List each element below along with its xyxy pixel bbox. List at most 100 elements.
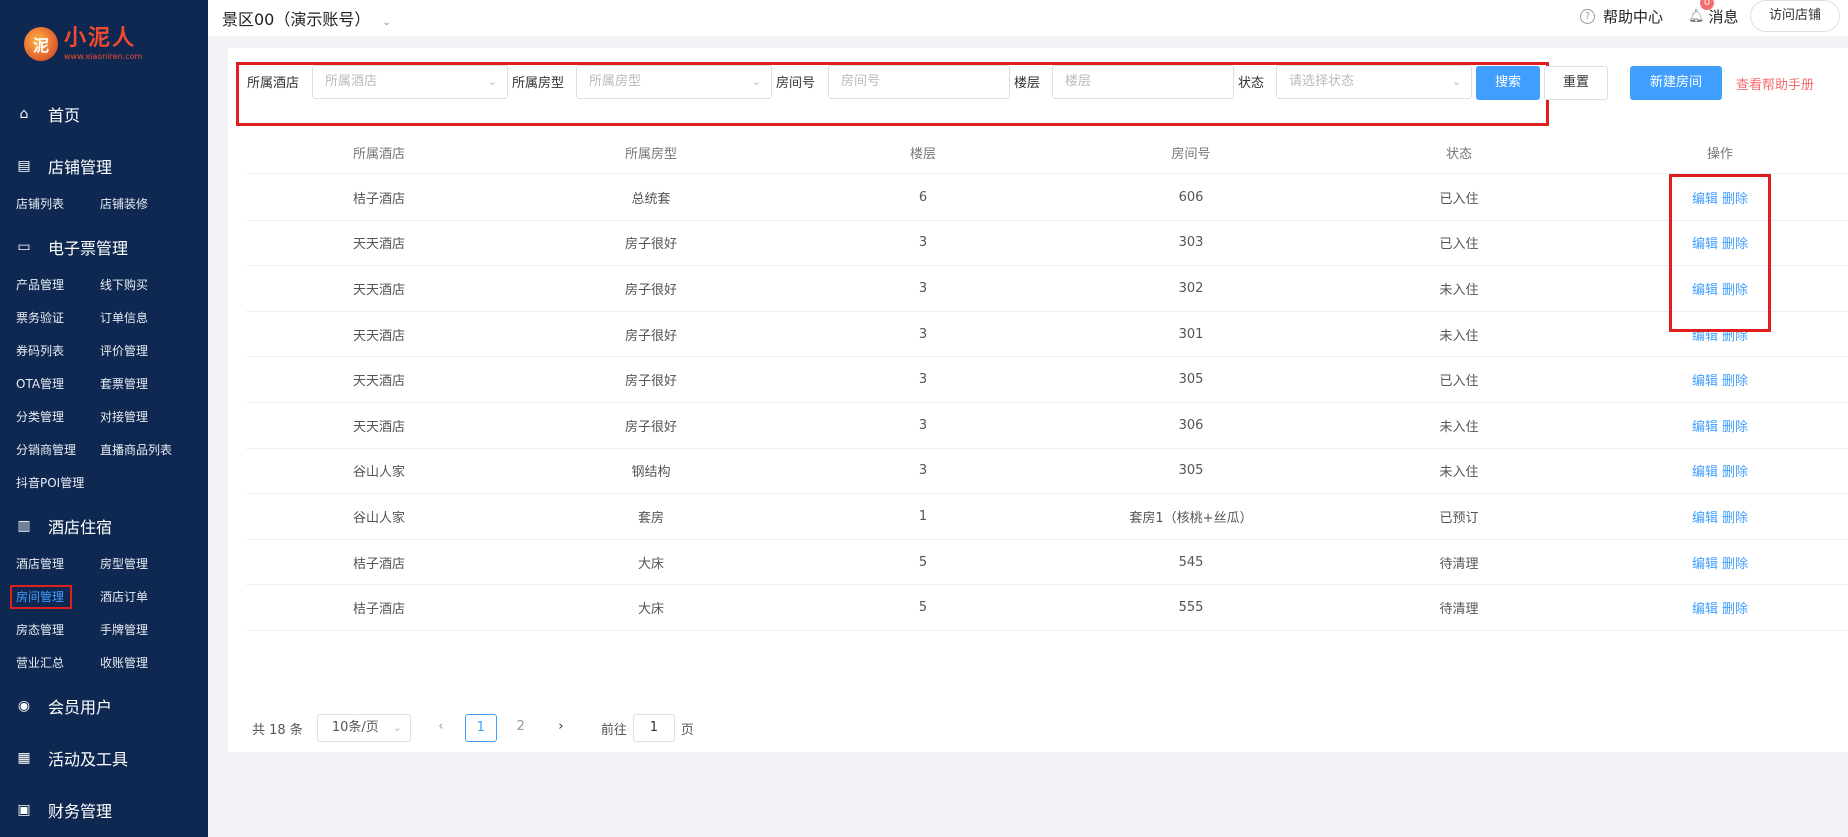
sidebar-item[interactable]: 房态管理 (16, 614, 100, 647)
roomtype-select[interactable]: 所属房型 ⌄ (576, 65, 772, 99)
next-page-button[interactable]: › (545, 714, 577, 742)
delete-button[interactable]: 删除 (1722, 507, 1748, 526)
cell-hotel: 桔子酒店 (352, 191, 405, 207)
floor-filter-label: 楼层 (1014, 76, 1041, 91)
cell-roomno: 305 (1178, 372, 1204, 388)
cell-floor: 3 (918, 372, 928, 388)
bell-icon: 🔔︎ (1688, 9, 1705, 24)
delete-button[interactable]: 删除 (1722, 598, 1748, 617)
cell-hotel: 天天酒店 (352, 328, 405, 344)
sidebar-item[interactable]: 套票管理 (100, 368, 208, 401)
sidebar-item[interactable]: 产品管理 (16, 269, 100, 302)
menu-home-label: 首页 (48, 106, 81, 125)
cell-roomno: 306 (1178, 417, 1204, 433)
table-row: 天天酒店 房子很好 3 302 未入住 编辑 删除 (246, 266, 1848, 312)
floor-input[interactable]: 楼层 (1052, 65, 1234, 99)
menu-finance-label: 财务管理 (48, 802, 113, 821)
cell-actions: 编辑 删除 (1592, 494, 1848, 539)
roomtype-filter-label: 所属房型 (512, 76, 565, 91)
header-hotel: 所属酒店 (352, 147, 405, 162)
sidebar-item-label: 券码列表 (16, 344, 65, 358)
prev-page-button[interactable]: ‹ (425, 714, 457, 742)
sidebar-item[interactable]: 抖音POI管理 (16, 467, 100, 500)
sidebar-item-label: 房态管理 (16, 623, 65, 637)
sidebar-item[interactable]: OTA管理 (16, 368, 100, 401)
cell-hotel: 天天酒店 (352, 374, 405, 390)
cell-roomtype: 大床 (637, 602, 664, 618)
sidebar-item-label: 收账管理 (100, 656, 149, 670)
header-roomno: 房间号 (1171, 147, 1211, 162)
menu-ticket[interactable]: ▭ 电子票管理 (0, 221, 208, 273)
table-row: 天天酒店 房子很好 3 305 已入住 编辑 删除 (246, 357, 1848, 403)
sidebar-item[interactable]: 线下购买 (100, 269, 208, 302)
sidebar-item[interactable]: 营业汇总 (16, 647, 100, 680)
page-1-button[interactable]: 1 (464, 714, 497, 742)
sidebar-item[interactable]: 店铺装修 (100, 188, 208, 221)
users-icon: ◉ (17, 698, 31, 714)
table-header: 所属酒店 所属房型 楼层 房间号 状态 操作 (246, 132, 1848, 174)
sidebar-item[interactable]: 直播商品列表 (100, 434, 208, 467)
help-center-link[interactable]: ? 帮助中心 (1580, 6, 1663, 27)
sidebar-item[interactable]: 分销商管理 (16, 434, 100, 467)
menu-finance[interactable]: ▣ 财务管理 (0, 784, 208, 836)
goto-page-input[interactable]: 1 (632, 714, 675, 742)
edit-button[interactable]: 编辑 (1692, 553, 1718, 572)
edit-button[interactable]: 编辑 (1692, 507, 1718, 526)
cell-floor: 3 (918, 235, 928, 251)
sidebar-item[interactable]: 酒店订单 (100, 581, 208, 614)
messages-link[interactable]: 🔔︎ 0 消息 (1688, 0, 1739, 27)
delete-button[interactable]: 删除 (1722, 461, 1748, 480)
sidebar-item[interactable]: 房型管理 (100, 548, 208, 581)
delete-button[interactable]: 删除 (1722, 416, 1748, 435)
cell-status: 待清理 (1439, 556, 1479, 572)
help-manual-link[interactable]: 查看帮助手册 (1736, 74, 1814, 93)
new-room-button[interactable]: 新建房间 (1630, 66, 1722, 100)
cell-roomtype: 房子很好 (624, 419, 677, 435)
page-size-select[interactable]: 10条/页 ⌄ (316, 714, 411, 742)
cell-status: 未入住 (1439, 282, 1479, 298)
account-switcher[interactable]: 景区00（演示账号） ⌄ (222, 6, 391, 30)
chart-icon: ▦ (17, 750, 31, 766)
edit-button[interactable]: 编辑 (1692, 416, 1718, 435)
sidebar-item[interactable]: 评价管理 (100, 335, 208, 368)
sidebar-item[interactable]: 对接管理 (100, 401, 208, 434)
delete-button[interactable]: 删除 (1722, 553, 1748, 572)
cell-status: 已入住 (1439, 191, 1479, 207)
cell-floor: 3 (918, 417, 928, 433)
edit-button[interactable]: 编辑 (1692, 598, 1718, 617)
edit-button[interactable]: 编辑 (1692, 370, 1718, 389)
table-row: 天天酒店 房子很好 3 303 已入住 编辑 删除 (246, 221, 1848, 267)
hotel-select[interactable]: 所属酒店 ⌄ (312, 65, 508, 99)
menu-hotel[interactable]: ▥ 酒店住宿 (0, 500, 208, 552)
menu-members[interactable]: ◉ 会员用户 (0, 680, 208, 732)
status-select[interactable]: 请选择状态 ⌄ (1276, 65, 1472, 99)
menu-activities[interactable]: ▦ 活动及工具 (0, 732, 208, 784)
header-roomtype: 所属房型 (624, 147, 677, 162)
page-2-button[interactable]: 2 (505, 714, 537, 742)
sidebar-item[interactable]: 票务验证 (16, 302, 100, 335)
sidebar-item-label: 票务验证 (16, 311, 65, 325)
logo: 泥 小泥人 www.xiaoniren.com (0, 0, 208, 88)
sidebar-item[interactable]: 店铺列表 (16, 188, 100, 221)
pagination: 共 18 条 10条/页 ⌄ ‹ 1 2 › 前往 1 页 (252, 714, 694, 742)
cell-status: 未入住 (1439, 419, 1479, 435)
sidebar-item[interactable]: 分类管理 (16, 401, 100, 434)
roomno-input[interactable]: 房间号 (828, 65, 1010, 99)
delete-button[interactable]: 删除 (1722, 370, 1748, 389)
sidebar-item[interactable]: 手牌管理 (100, 614, 208, 647)
sidebar-item[interactable]: 券码列表 (16, 335, 100, 368)
edit-button[interactable]: 编辑 (1692, 461, 1718, 480)
cell-roomno: 301 (1178, 326, 1204, 342)
building-icon: ▥ (17, 518, 31, 534)
roomno-filter-label: 房间号 (776, 76, 816, 91)
sidebar-item[interactable]: 房间管理 (10, 581, 100, 614)
sidebar-item[interactable]: 收账管理 (100, 647, 208, 680)
menu-store[interactable]: ▤ 店铺管理 (0, 140, 208, 192)
sidebar-item[interactable]: 酒店管理 (16, 548, 100, 581)
menu-home[interactable]: ⌂ 首页 (0, 88, 208, 140)
menu-activities-label: 活动及工具 (48, 750, 129, 769)
visit-store-button[interactable]: 访问店铺 (1750, 0, 1840, 32)
search-button[interactable]: 搜索 (1476, 66, 1540, 100)
sidebar-item[interactable]: 订单信息 (100, 302, 208, 335)
reset-button[interactable]: 重置 (1544, 66, 1608, 100)
